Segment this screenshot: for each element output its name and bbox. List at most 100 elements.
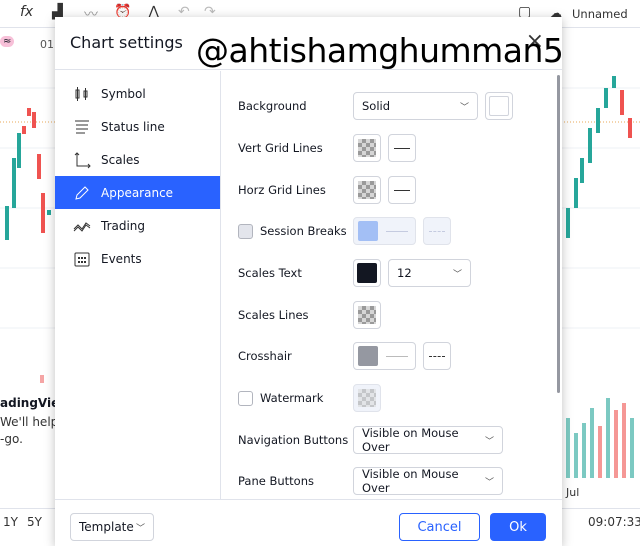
nav-item-scales[interactable]: Scales bbox=[55, 143, 220, 176]
setting-label: Vert Grid Lines bbox=[238, 141, 323, 155]
setting-watermark: Watermark bbox=[238, 384, 388, 412]
cancel-button[interactable]: Cancel bbox=[399, 513, 480, 541]
select-value: Template bbox=[79, 520, 134, 534]
setting-pane-buttons: Pane Buttons Visible on Mouse Over ﹀ bbox=[238, 467, 503, 495]
chevron-down-icon: ﹀ bbox=[484, 436, 494, 447]
nav-label: Trading bbox=[101, 218, 146, 233]
setting-label: Watermark bbox=[260, 391, 324, 405]
transparent-color-icon bbox=[358, 389, 376, 407]
chevron-down-icon: ﹀ bbox=[484, 477, 494, 488]
color-fill bbox=[489, 96, 509, 116]
watermark-checkbox[interactable] bbox=[238, 390, 253, 406]
nav-label: Status line bbox=[101, 119, 165, 134]
candles-right bbox=[566, 76, 632, 238]
scales-text-size-select[interactable]: 12 ﹀ bbox=[388, 259, 471, 287]
clock: 09:07:33 bbox=[588, 515, 640, 529]
setting-crosshair: Crosshair bbox=[238, 342, 458, 370]
volume-bars bbox=[566, 398, 634, 478]
setting-label: Background bbox=[238, 99, 307, 113]
crosshair-color[interactable] bbox=[353, 342, 416, 370]
setting-background: Background Solid ﹀ bbox=[238, 92, 520, 120]
scales-icon bbox=[74, 151, 91, 168]
status-line-icon bbox=[75, 120, 89, 133]
range-1y[interactable]: 1Y bbox=[3, 515, 18, 529]
navigation-buttons-select[interactable]: Visible on Mouse Over ﹀ bbox=[353, 426, 503, 454]
solid-line-icon bbox=[386, 230, 408, 232]
solid-line-icon bbox=[386, 355, 408, 357]
background-color-swatch[interactable] bbox=[485, 92, 513, 120]
chart-settings-dialog: Chart settings × Symbol Status line Scal… bbox=[55, 17, 562, 546]
setting-label: Navigation Buttons bbox=[238, 433, 349, 447]
template-select[interactable]: Template ﹀ bbox=[70, 513, 154, 541]
nav-label: Appearance bbox=[101, 185, 174, 200]
dialog-title: Chart settings bbox=[70, 33, 183, 52]
appearance-settings: Background Solid ﹀ Vert Grid Lines Horz G… bbox=[222, 71, 562, 499]
background-type-select[interactable]: Solid ﹀ bbox=[353, 92, 478, 120]
crosshair-line-style[interactable] bbox=[423, 342, 451, 370]
horz-grid-color[interactable] bbox=[353, 176, 381, 204]
setting-session-breaks: Session Breaks bbox=[238, 217, 458, 245]
pane-buttons-select[interactable]: Visible on Mouse Over ﹀ bbox=[353, 467, 503, 495]
setting-scales-text: Scales Text 12 ﹀ bbox=[238, 259, 471, 287]
vert-grid-color[interactable] bbox=[353, 134, 381, 162]
calendar-icon bbox=[74, 252, 90, 266]
setting-label: Pane Buttons bbox=[238, 474, 314, 488]
select-value: Solid bbox=[362, 99, 391, 113]
setting-label: Scales Text bbox=[238, 266, 302, 280]
candles-icon bbox=[75, 86, 88, 101]
scrollbar[interactable] bbox=[557, 75, 560, 393]
dialog-footer: Template ﹀ Cancel Ok bbox=[55, 499, 562, 546]
chevron-down-icon: ﹀ bbox=[459, 102, 469, 113]
horz-grid-line-style[interactable] bbox=[388, 176, 416, 204]
settings-nav: Symbol Status line Scales Appearance Tra… bbox=[55, 71, 221, 499]
layout-name[interactable]: Unnamed bbox=[572, 7, 628, 21]
transparent-color-icon bbox=[358, 139, 376, 157]
select-value: Visible on Mouse Over bbox=[362, 426, 459, 454]
nav-item-symbol[interactable]: Symbol bbox=[55, 77, 220, 110]
chevron-down-icon: ﹀ bbox=[135, 523, 145, 534]
time-axis-label: Jul bbox=[566, 486, 580, 499]
scales-text-color[interactable] bbox=[353, 259, 381, 287]
dashed-line-icon bbox=[429, 230, 445, 232]
nav-label: Scales bbox=[101, 152, 140, 167]
session-breaks-color[interactable] bbox=[353, 217, 416, 245]
setting-label: Crosshair bbox=[238, 349, 292, 363]
watermark-overlay-text: @ahtishamghumman5 bbox=[196, 31, 564, 70]
setting-horz-grid: Horz Grid Lines bbox=[238, 176, 423, 204]
setting-label: Scales Lines bbox=[238, 308, 309, 322]
trading-icon bbox=[73, 221, 91, 232]
color-fill bbox=[358, 346, 378, 366]
range-5y[interactable]: 5Y bbox=[27, 515, 42, 529]
indicators-fx-icon[interactable]: fx bbox=[20, 4, 33, 20]
solid-line-icon bbox=[394, 189, 410, 191]
solid-line-icon bbox=[394, 147, 410, 149]
scales-lines-color[interactable] bbox=[353, 301, 381, 329]
nav-item-status-line[interactable]: Status line bbox=[55, 110, 220, 143]
nav-item-appearance[interactable]: Appearance bbox=[55, 176, 220, 209]
transparent-color-icon bbox=[358, 181, 376, 199]
nav-item-trading[interactable]: Trading bbox=[55, 209, 220, 242]
nav-label: Events bbox=[101, 251, 142, 266]
session-breaks-line-style[interactable] bbox=[423, 217, 451, 245]
transparent-color-icon bbox=[358, 306, 376, 324]
nav-label: Symbol bbox=[101, 86, 146, 101]
indicator-badge[interactable]: ≈ bbox=[0, 36, 15, 47]
select-value: 12 bbox=[397, 266, 412, 280]
dashed-line-icon bbox=[429, 355, 445, 357]
symbol-partial: 01 bbox=[40, 38, 54, 51]
setting-scales-lines: Scales Lines bbox=[238, 301, 388, 329]
candles-left bbox=[5, 108, 51, 383]
pencil-icon bbox=[75, 185, 89, 200]
ok-button[interactable]: Ok bbox=[490, 513, 546, 541]
watermark-color[interactable] bbox=[353, 384, 381, 412]
setting-label: Session Breaks bbox=[260, 224, 347, 238]
chevron-down-icon: ﹀ bbox=[452, 269, 462, 280]
setting-navigation-buttons: Navigation Buttons Visible on Mouse Over… bbox=[238, 426, 503, 454]
select-value: Visible on Mouse Over bbox=[362, 467, 459, 495]
setting-vert-grid: Vert Grid Lines bbox=[238, 134, 423, 162]
nav-item-events[interactable]: Events bbox=[55, 242, 220, 275]
session-breaks-checkbox[interactable] bbox=[238, 223, 253, 239]
vert-grid-line-style[interactable] bbox=[388, 134, 416, 162]
color-fill bbox=[358, 221, 378, 241]
color-fill bbox=[357, 263, 377, 283]
